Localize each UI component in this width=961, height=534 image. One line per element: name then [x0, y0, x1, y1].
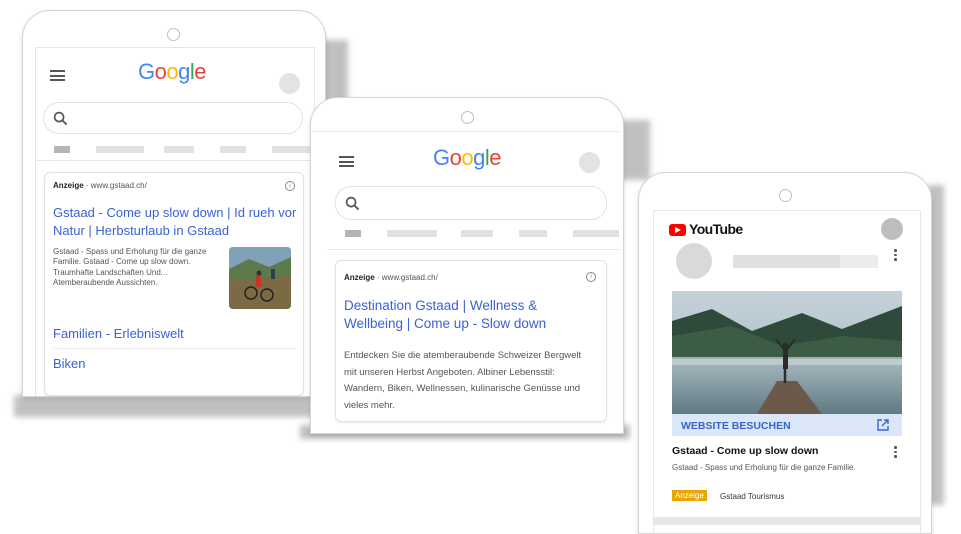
- ad-url[interactable]: www.gstaad.ch/: [382, 273, 438, 282]
- search-input[interactable]: [43, 102, 303, 134]
- sitelink-familien[interactable]: Familien - Erlebniswelt: [53, 326, 184, 341]
- placeholder-bar-2: [840, 255, 878, 268]
- search-icon: [53, 111, 68, 126]
- tab-3[interactable]: [164, 146, 194, 153]
- phone-speaker: [779, 189, 792, 202]
- phone-speaker: [167, 28, 180, 41]
- phone-screen: Google Anzeige · www.gstaad.ch/ i Destin…: [313, 131, 619, 433]
- ad-badge: Anzeige: [672, 490, 707, 501]
- tab-2[interactable]: [387, 230, 437, 237]
- google-logo: Google: [138, 59, 207, 84]
- ad-url[interactable]: www.gstaad.ch/: [91, 181, 147, 190]
- tab-5[interactable]: [272, 146, 314, 153]
- search-icon: [345, 196, 360, 211]
- shadow-phone2-side: [620, 120, 650, 180]
- external-link-icon[interactable]: [877, 419, 889, 431]
- ad-label: Anzeige: [344, 273, 375, 282]
- biking-image[interactable]: [229, 247, 291, 309]
- account-avatar[interactable]: [279, 73, 300, 94]
- shadow-phone1: [14, 395, 314, 417]
- phone-screen: YouTube WEBSITE BESUCHEN Gstaad - Come u…: [653, 210, 921, 533]
- account-avatar[interactable]: [881, 218, 903, 240]
- phone-google-search-2: Google Anzeige · www.gstaad.ch/ i Destin…: [310, 97, 624, 434]
- more-options-icon[interactable]: [894, 446, 897, 460]
- advertiser-name[interactable]: Gstaad Tourismus: [720, 492, 784, 501]
- phone-speaker: [461, 111, 474, 124]
- video-ad-description: Gstaad - Spass und Erholung für die ganz…: [672, 463, 856, 472]
- bottom-placeholder: [654, 517, 920, 525]
- account-avatar[interactable]: [579, 152, 600, 173]
- info-icon[interactable]: i: [285, 181, 295, 191]
- phone-google-search-1: Google Anzeige · www.gstaad.ch/ i Gstaad…: [22, 10, 326, 397]
- placeholder-bar-1: [733, 255, 840, 268]
- tab-4[interactable]: [220, 146, 246, 153]
- google-logo: Google: [433, 145, 502, 170]
- phone-youtube: YouTube WEBSITE BESUCHEN Gstaad - Come u…: [638, 172, 932, 534]
- more-options-icon[interactable]: [894, 249, 897, 263]
- tabs-divider: [327, 249, 619, 250]
- tab-3[interactable]: [461, 230, 493, 237]
- search-ad-card: Anzeige · www.gstaad.ch/ i Gstaad - Come…: [44, 172, 304, 396]
- ad-title[interactable]: Gstaad - Come up slow down | Id rueh vor…: [53, 204, 297, 239]
- search-tabs: [313, 230, 619, 238]
- youtube-logo-text: YouTube: [689, 221, 743, 237]
- menu-icon[interactable]: [339, 156, 354, 167]
- tab-2[interactable]: [96, 146, 144, 153]
- menu-icon[interactable]: [50, 70, 65, 81]
- tab-all[interactable]: [345, 230, 361, 237]
- tabs-divider: [36, 160, 314, 161]
- ad-description: Gstaad - Spass und Erholung für die ganz…: [53, 247, 207, 288]
- ad-title[interactable]: Destination Gstaad | Wellness & Wellbein…: [344, 297, 584, 333]
- search-tabs: [36, 146, 314, 154]
- ad-label: Anzeige: [53, 181, 84, 190]
- tab-4[interactable]: [519, 230, 547, 237]
- sitelink-divider: [53, 348, 295, 349]
- info-icon[interactable]: i: [586, 272, 596, 282]
- ad-meta: Anzeige · www.gstaad.ch/: [344, 273, 438, 282]
- search-ad-card: Anzeige · www.gstaad.ch/ i Destination G…: [335, 260, 607, 422]
- tab-5[interactable]: [573, 230, 619, 237]
- phone-screen: Google Anzeige · www.gstaad.ch/ i Gstaad…: [35, 47, 315, 396]
- ad-meta: Anzeige · www.gstaad.ch/: [53, 181, 147, 190]
- sitelink-biken[interactable]: Biken: [53, 356, 86, 371]
- website-visit-label[interactable]: WEBSITE BESUCHEN: [681, 420, 791, 432]
- tab-all[interactable]: [54, 146, 70, 153]
- search-input[interactable]: [335, 186, 607, 220]
- video-ad-title[interactable]: Gstaad - Come up slow down: [672, 445, 818, 457]
- ad-description: Entdecken Sie die atemberaubende Schweiz…: [344, 350, 582, 411]
- video-thumbnail[interactable]: [672, 291, 902, 414]
- youtube-logo-icon: [669, 224, 686, 236]
- channel-avatar[interactable]: [676, 243, 712, 279]
